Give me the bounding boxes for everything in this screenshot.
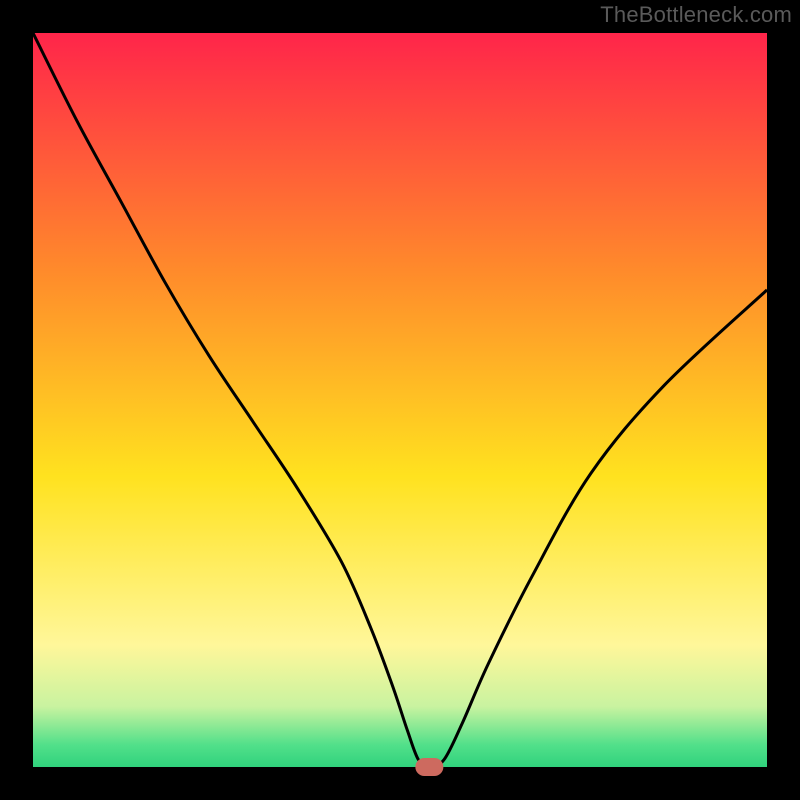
- watermark-text: TheBottleneck.com: [600, 2, 792, 28]
- bottleneck-chart: [0, 0, 800, 800]
- gradient-background: [17, 17, 783, 783]
- chart-container: TheBottleneck.com: [0, 0, 800, 800]
- optimal-point-marker: [415, 758, 443, 776]
